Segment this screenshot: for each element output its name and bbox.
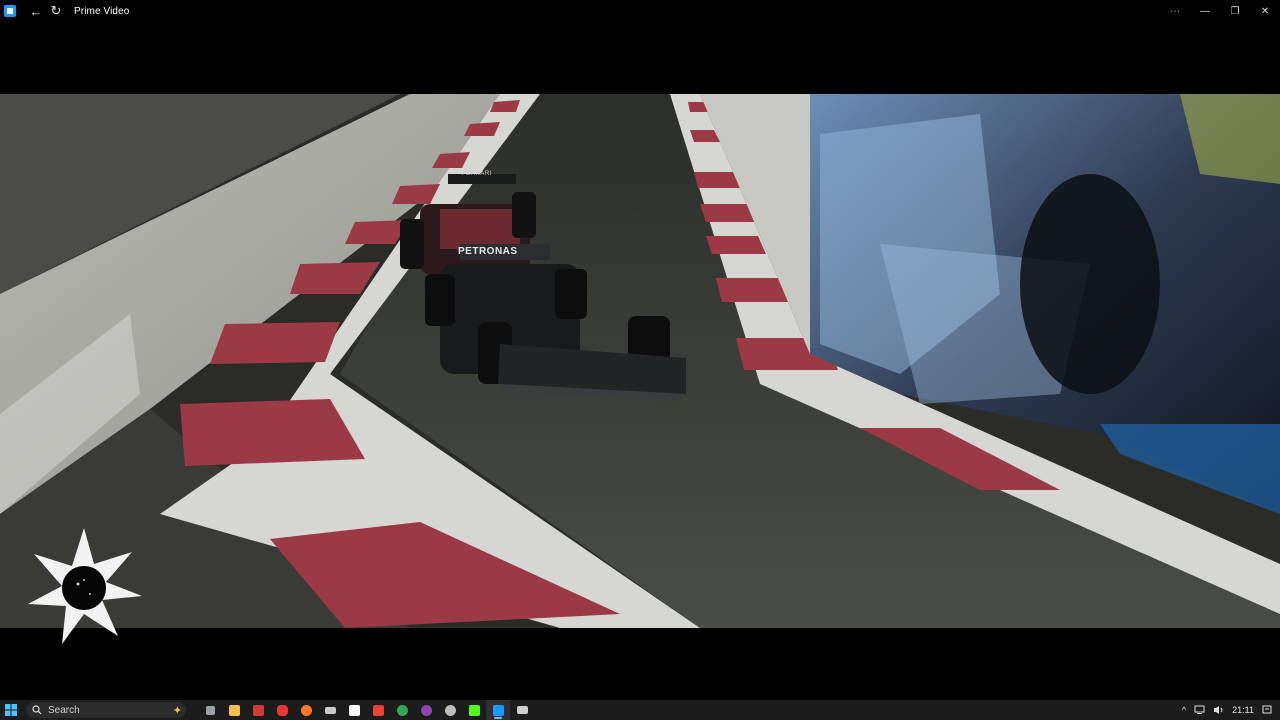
app-purple-icon[interactable] xyxy=(414,700,438,720)
windows-start-icon[interactable] xyxy=(0,700,22,720)
system-tray: ^ 21:11 xyxy=(1182,700,1280,720)
app-k-icon[interactable] xyxy=(462,700,486,720)
car-sponsor-text-2: FERRARI xyxy=(462,171,492,177)
app-clock-icon[interactable] xyxy=(438,700,462,720)
more-options-icon[interactable]: ⋯ xyxy=(1160,0,1190,22)
app-red-square-icon[interactable] xyxy=(246,700,270,720)
app-youtube-icon[interactable] xyxy=(270,700,294,720)
taskview-icon[interactable] xyxy=(198,700,222,720)
clock-time[interactable]: 21:11 xyxy=(1232,705,1254,715)
gmail-icon[interactable] xyxy=(366,700,390,720)
copilot-sparkle-icon[interactable]: ✦ xyxy=(173,704,182,717)
title-bar: ← ↻ Prime Video ⋯ — ❐ ✕ xyxy=(0,0,1280,22)
close-icon[interactable]: ✕ xyxy=(1250,0,1280,22)
app-green-icon[interactable] xyxy=(390,700,414,720)
network-icon[interactable] xyxy=(1194,705,1205,715)
restore-icon[interactable]: ❐ xyxy=(1220,0,1250,22)
search-placeholder: Search xyxy=(48,704,80,716)
refresh-icon[interactable]: ↻ xyxy=(46,1,66,21)
app-gamepad-icon[interactable] xyxy=(318,700,342,720)
app-terminal-icon[interactable] xyxy=(510,700,534,720)
channel-logo-icon xyxy=(22,524,146,648)
taskbar: Search ✦ ^ 21:11 xyxy=(0,700,1280,720)
minimize-icon[interactable]: — xyxy=(1190,0,1220,22)
prime-video-taskbar-icon[interactable] xyxy=(486,700,510,720)
tray-chevron-icon[interactable]: ^ xyxy=(1182,705,1186,715)
app-notion-icon[interactable] xyxy=(342,700,366,720)
back-arrow-icon[interactable]: ← xyxy=(26,1,46,21)
pinned-apps xyxy=(198,700,534,720)
volume-icon[interactable] xyxy=(1213,705,1224,715)
taskbar-search-input[interactable]: Search ✦ xyxy=(26,702,186,718)
car-sponsor-text: PETRONAS xyxy=(458,246,518,257)
search-icon xyxy=(32,705,42,715)
race-scene xyxy=(0,94,1280,628)
window-controls: ⋯ — ❐ ✕ xyxy=(1160,0,1280,22)
video-frame: PETRONAS FERRARI xyxy=(0,94,1280,628)
window-title: Prime Video xyxy=(74,5,130,17)
video-player[interactable]: PETRONAS FERRARI xyxy=(0,22,1280,700)
file-explorer-icon[interactable] xyxy=(222,700,246,720)
title-bar-left: ← ↻ Prime Video xyxy=(0,0,129,22)
prime-video-app-icon xyxy=(4,5,16,17)
firefox-icon[interactable] xyxy=(294,700,318,720)
notification-icon[interactable] xyxy=(1262,705,1272,715)
